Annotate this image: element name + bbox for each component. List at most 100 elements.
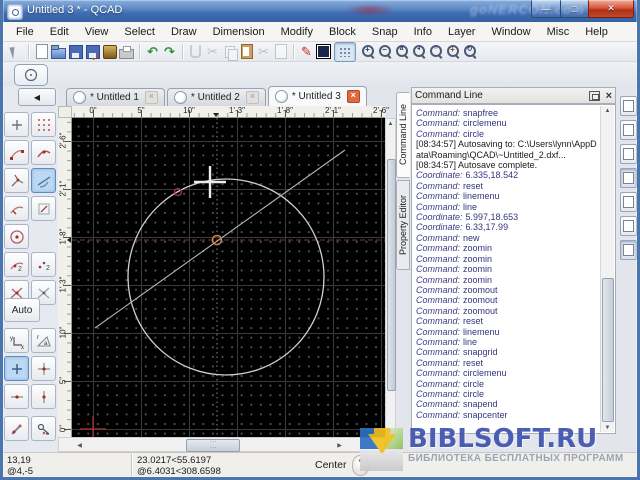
watermark-subtitle: БИБЛИОТЕКА БЕСПЛАТНЫХ ПРОГРАММ [408, 453, 624, 464]
open-folder-icon[interactable] [50, 43, 67, 60]
drawing-canvas[interactable] [72, 118, 385, 437]
zoom-pan-icon[interactable] [443, 43, 460, 60]
zoom-auto-icon[interactable] [392, 43, 409, 60]
menu-item[interactable]: Layer [440, 24, 484, 40]
select-arrow-icon[interactable] [7, 43, 24, 60]
dock-toggle-button[interactable] [620, 144, 637, 164]
empty-page-icon[interactable] [272, 43, 289, 60]
save-as-icon[interactable] [84, 43, 101, 60]
snap-grid-button[interactable] [31, 112, 56, 137]
float-panel-icon[interactable] [589, 91, 600, 101]
menu-item[interactable]: File [8, 24, 42, 40]
zoom-in-icon[interactable] [358, 43, 375, 60]
snap-settings-button[interactable] [4, 416, 29, 441]
zoom-window-icon[interactable] [426, 43, 443, 60]
dock-toggle-button[interactable] [620, 168, 637, 188]
coordinate-polar-button[interactable]: ra [31, 328, 56, 353]
horizontal-scroll-thumb[interactable] [186, 439, 240, 452]
snap-middle-button[interactable] [31, 196, 56, 221]
property-pen-icon[interactable]: ✎ [298, 43, 315, 60]
command-line-history[interactable]: Command:snapfree Command:circlemenu Comm… [411, 104, 616, 434]
circle-entity[interactable] [128, 179, 324, 375]
snap-perpendicular-button[interactable] [4, 168, 29, 193]
snap-center-button[interactable] [4, 224, 29, 249]
close-panel-icon[interactable]: × [606, 91, 612, 101]
minimize-button[interactable]: — [531, 0, 560, 18]
restrict-orthogonal-button[interactable] [31, 356, 56, 381]
menu-item[interactable]: Dimension [205, 24, 273, 40]
dock-toggle-button[interactable] [620, 240, 637, 260]
titlebar[interactable]: Untitled 3 * - QCAD goNERCON.com — □ ✕ [0, 0, 640, 23]
dock-toggle-button[interactable] [620, 120, 637, 140]
close-button[interactable]: ✕ [588, 0, 634, 18]
restrict-nothing-button[interactable] [4, 356, 29, 381]
save-icon[interactable] [67, 43, 84, 60]
tab-scroll-back-button[interactable]: ◀ [18, 88, 56, 106]
copy-icon[interactable] [221, 43, 238, 60]
cut-icon[interactable]: ✂ [204, 43, 221, 60]
restrict-vertical-button[interactable] [31, 384, 56, 409]
dock-toggle-button[interactable] [620, 192, 637, 212]
menu-item[interactable]: Help [577, 24, 616, 40]
snap-tangent-button[interactable] [31, 168, 56, 193]
relative-zero-lock-button[interactable] [31, 416, 56, 441]
vertical-scrollbar[interactable]: ▲ ▼ [385, 118, 396, 437]
new-file-icon[interactable] [33, 43, 50, 60]
snap-distance-manual-button[interactable]: 2 [31, 252, 56, 277]
document-tab[interactable]: * Untitled 3 × [268, 86, 367, 106]
menu-item[interactable]: View [77, 24, 117, 40]
snap-free-button[interactable] [4, 112, 29, 137]
panel-scrollbar[interactable]: ▲ ▼ [600, 106, 614, 432]
menu-item[interactable]: Modify [273, 24, 321, 40]
document-tab[interactable]: * Untitled 2 × [167, 88, 266, 106]
dock-toggle-button[interactable] [620, 96, 637, 116]
scroll-left-icon[interactable]: ◀ [75, 441, 84, 450]
export-icon[interactable] [101, 43, 118, 60]
tab-close-icon[interactable]: × [145, 91, 158, 104]
snap-endpoints-button[interactable] [4, 140, 29, 165]
snap-distance-button[interactable]: 2 [4, 252, 29, 277]
scroll-up-icon[interactable]: ▲ [386, 119, 395, 128]
undo-icon[interactable]: ↶ [144, 43, 161, 60]
ruler-label: 2'-6" [366, 106, 396, 115]
line-entity[interactable] [95, 150, 345, 328]
grid-toggle-button[interactable] [334, 42, 356, 62]
command-line-panel-titlebar[interactable]: Command Line × [411, 87, 616, 104]
scroll-right-icon[interactable]: ▶ [335, 441, 344, 450]
horizontal-scrollbar[interactable]: ◀ ▶ [58, 437, 385, 452]
snap-reference-button[interactable] [4, 196, 29, 221]
restrict-horizontal-button[interactable] [4, 384, 29, 409]
menu-item[interactable]: Edit [42, 24, 77, 40]
vertical-scroll-thumb[interactable] [387, 159, 396, 391]
attach-icon[interactable] [187, 43, 204, 60]
menu-item[interactable]: Window [483, 24, 538, 40]
document-tab[interactable]: * Untitled 1 × [66, 88, 165, 106]
menu-item[interactable]: Select [116, 24, 163, 40]
dock-toggle-button[interactable] [620, 216, 637, 236]
zoom-previous-icon[interactable] [409, 43, 426, 60]
menu-item[interactable]: Info [406, 24, 440, 40]
dock-tab-command-line[interactable]: Command Line [396, 92, 410, 178]
paste-icon[interactable] [238, 43, 255, 60]
panel-scroll-thumb[interactable] [602, 278, 614, 422]
coordinate-cartesian-button[interactable]: yx [4, 328, 29, 353]
menu-item[interactable]: Misc [539, 24, 578, 40]
maximize-button[interactable]: □ [560, 0, 588, 18]
print-icon[interactable] [118, 43, 135, 60]
redo-icon[interactable]: ↷ [161, 43, 178, 60]
snap-auto-button[interactable]: Auto [4, 298, 40, 322]
snap-on-entity-button[interactable] [31, 140, 56, 165]
menu-item[interactable]: Draw [163, 24, 205, 40]
scroll-up-icon[interactable]: ▲ [603, 106, 612, 115]
drawing-color-swatch[interactable] [315, 43, 332, 60]
zoom-refresh-icon[interactable] [460, 43, 477, 60]
menu-item[interactable]: Snap [364, 24, 406, 40]
menu-item[interactable]: Block [321, 24, 364, 40]
tab-close-icon[interactable]: × [347, 90, 360, 103]
tab-close-icon[interactable]: × [246, 91, 259, 104]
circle-tool-button[interactable] [14, 64, 48, 86]
dock-tab-property-editor[interactable]: Property Editor [396, 180, 410, 270]
zoom-out-icon[interactable] [375, 43, 392, 60]
cut-alt-icon[interactable]: ✂ [255, 43, 272, 60]
dock-tab-strip: Command Line Property Editor [396, 88, 411, 432]
